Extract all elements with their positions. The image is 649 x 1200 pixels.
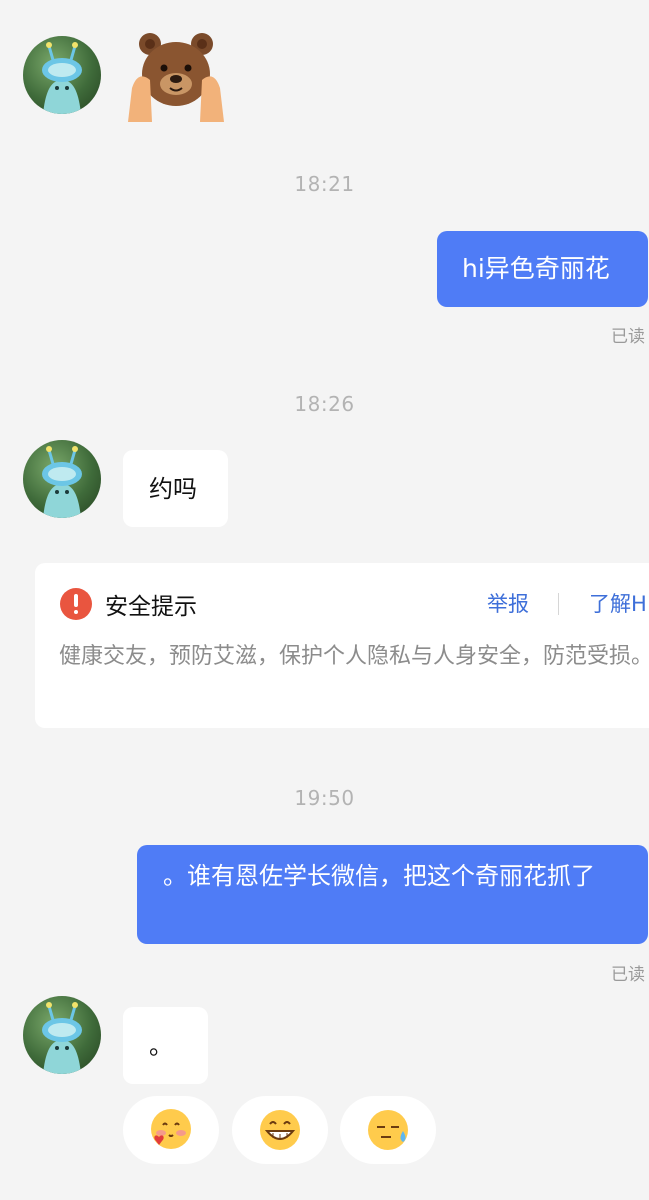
quick-reply-button[interactable] (123, 1096, 219, 1164)
outgoing-message-bubble[interactable]: hi异色奇丽花 (437, 231, 648, 307)
bear-sticker-icon (128, 33, 224, 122)
quick-reply-button[interactable] (340, 1096, 436, 1164)
alien-creature-icon (42, 42, 82, 114)
read-receipt: 已读 (611, 327, 645, 347)
read-receipt: 已读 (611, 965, 645, 985)
outgoing-message-bubble[interactable]: 。谁有恩佐学长微信，把这个奇丽花抓了 (137, 845, 648, 944)
blushing-heart-face-icon (151, 1109, 191, 1149)
alien-creature-icon (42, 446, 82, 518)
timestamp: 19:50 (294, 786, 355, 810)
contact-avatar[interactable] (23, 996, 101, 1074)
incoming-message-bubble[interactable]: 约吗 (123, 450, 228, 527)
warning-icon (60, 588, 92, 620)
safety-notice-body: 健康交友，预防艾滋，保护个人隐私与人身安全，防范受损。 (59, 644, 649, 669)
link-divider (558, 593, 559, 615)
incoming-message-bubble[interactable]: 。 (123, 1007, 208, 1084)
contact-avatar[interactable] (23, 440, 101, 518)
bear-sticker[interactable] (128, 30, 224, 122)
timestamp: 18:21 (294, 172, 355, 196)
safety-notice-title: 安全提示 (105, 594, 197, 620)
learn-more-link[interactable]: 了解H (589, 588, 647, 618)
report-link[interactable]: 举报 (487, 588, 529, 618)
timestamp: 18:26 (294, 392, 355, 416)
alien-creature-icon (42, 1002, 82, 1074)
quick-reply-button[interactable] (232, 1096, 328, 1164)
grinning-face-icon (260, 1110, 300, 1150)
safety-notice-card: 安全提示 举报 了解H 健康交友，预防艾滋，保护个人隐私与人身安全，防范受损。 (35, 563, 649, 728)
contact-avatar[interactable] (23, 36, 101, 114)
sweat-face-icon (368, 1110, 408, 1150)
